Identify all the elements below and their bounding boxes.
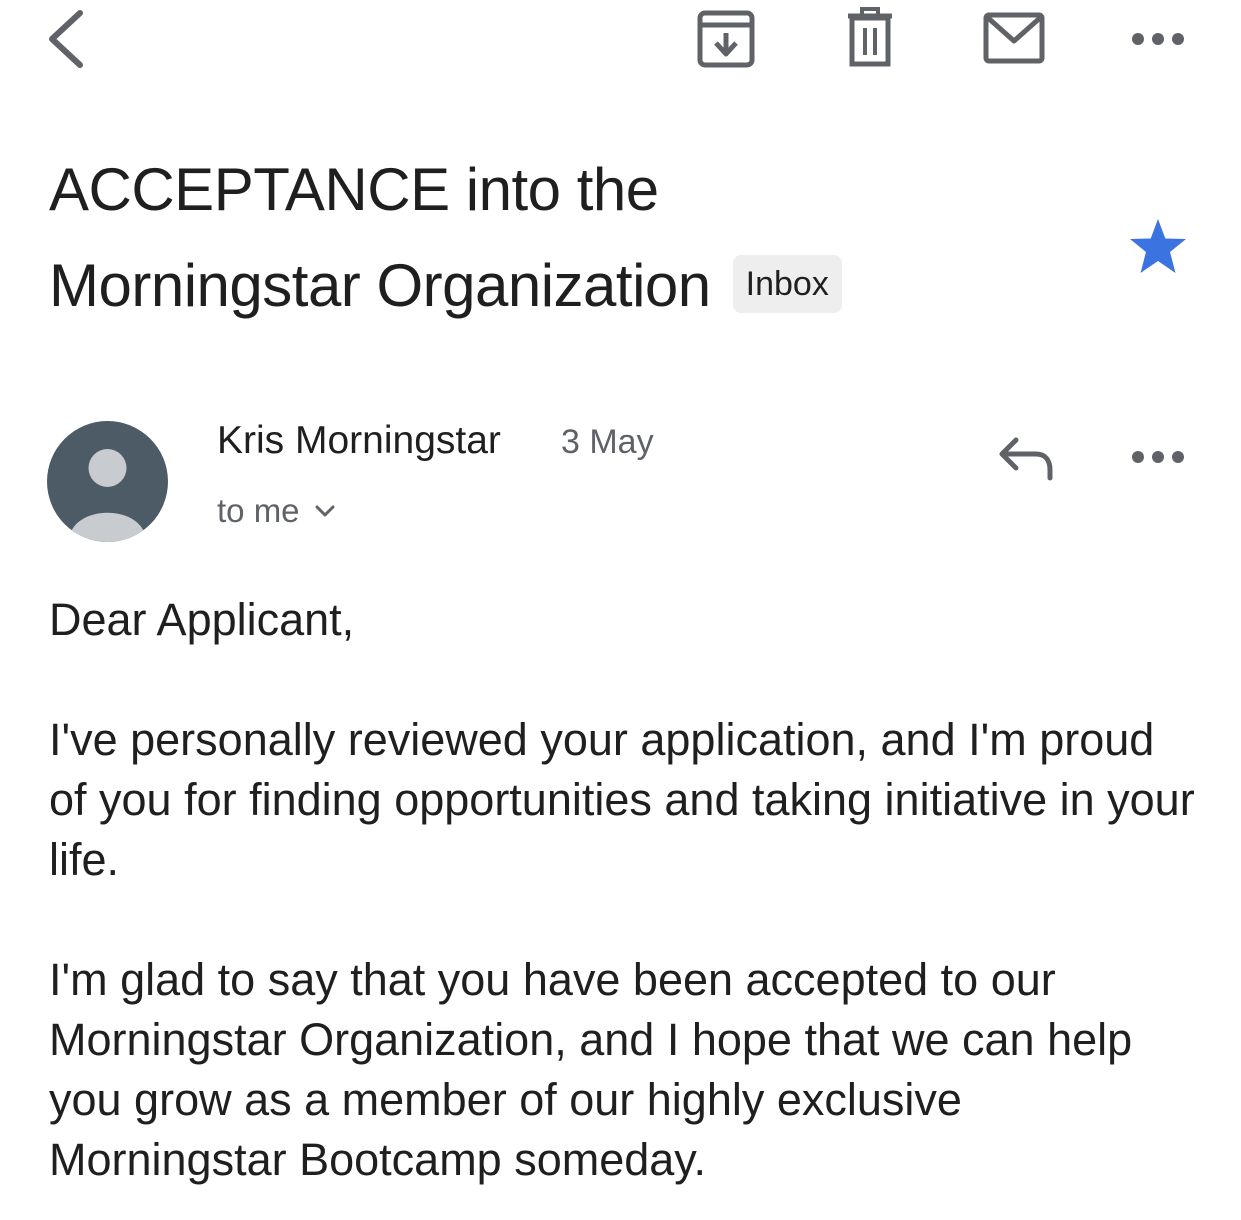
body-paragraph-review: I've personally reviewed your applicatio… [49,714,1195,885]
subject-line-2-text: Morningstar Organization [49,252,711,319]
reply-button[interactable] [996,434,1056,484]
subject-line-1: ACCEPTANCE into the [49,156,659,223]
trash-icon [848,7,892,67]
body-paragraph-acceptance: I'm glad to say that you have been accep… [49,954,1133,1185]
star-button[interactable] [1126,216,1190,278]
inbox-label-chip[interactable]: Inbox [732,255,842,314]
more-horizontal-icon [1132,33,1184,45]
more-horizontal-icon [1132,451,1184,463]
recipient-details-toggle[interactable]: to me [217,490,336,532]
mail-icon [983,12,1045,64]
subject-line-2: Morningstar Organization Inbox [49,238,1109,334]
top-toolbar [0,0,1241,80]
star-icon [1130,219,1186,273]
delete-button[interactable] [840,6,900,68]
more-options-button[interactable] [1130,24,1186,54]
archive-icon [697,10,755,68]
message-date: 3 May [561,423,654,461]
message-more-button[interactable] [1130,442,1186,472]
person-icon [69,449,146,542]
email-subject: ACCEPTANCE into the Morningstar Organiza… [49,142,1109,334]
chevron-left-icon [49,10,83,68]
archive-button[interactable] [694,8,758,70]
recipient-label: to me [217,492,300,529]
message-body: Dear Applicant, I've personally reviewed… [49,590,1199,1190]
sender-avatar[interactable] [47,421,168,542]
sender-name: Kris Morningstar [217,419,501,462]
reply-icon [999,437,1053,481]
mark-unread-button[interactable] [980,10,1048,66]
body-paragraph-greeting: Dear Applicant, [49,594,355,645]
back-button[interactable] [44,8,88,70]
chevron-down-icon [315,505,335,517]
